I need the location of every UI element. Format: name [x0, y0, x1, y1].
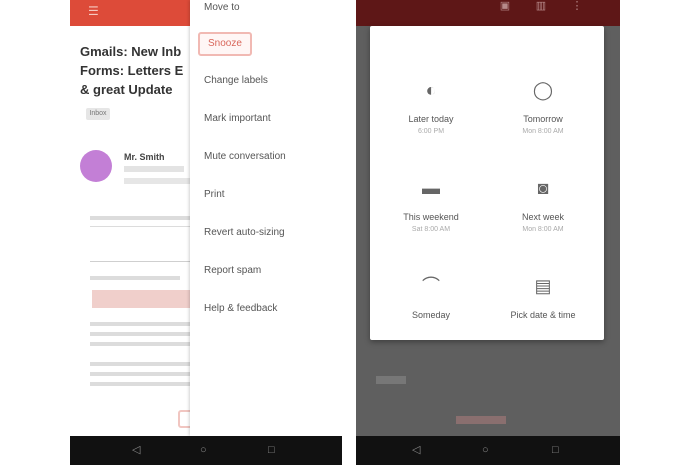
overflow-menu: Move to Snooze Change labels Mark import…	[190, 0, 342, 436]
back-icon[interactable]: ◁	[132, 445, 140, 456]
screenshot-stage: ☰ Gmails: New Inb Forms: Letters E & gre…	[0, 0, 700, 465]
option-title: This weekend	[403, 212, 459, 222]
sender-meta-line	[124, 178, 190, 184]
snooze-option-pick-date-time[interactable]: ▤ Pick date & time	[488, 274, 598, 320]
calendar-icon: ▤	[534, 276, 552, 296]
clock-icon: ◐	[425, 80, 437, 100]
snooze-option-someday[interactable]: ⌒ Someday	[376, 274, 486, 320]
rainbow-icon: ⌒	[422, 276, 440, 296]
highlight-block	[92, 290, 192, 308]
option-title: Pick date & time	[510, 310, 576, 320]
more-icon[interactable]: ⋮	[570, 0, 584, 12]
option-subtitle: Mon 8:00 AM	[522, 226, 564, 233]
menu-item-mute[interactable]: Mute conversation	[204, 151, 286, 163]
android-nav-bar: ◁ ○ □	[356, 436, 620, 465]
sun-icon: ◯	[532, 80, 554, 100]
snooze-dialog: ◐ Later today 6:00 PM ◯ Tomorrow Mon 8:0…	[370, 26, 604, 340]
hamburger-menu-icon[interactable]: ☰	[88, 5, 99, 17]
snooze-option-later-today[interactable]: ◐ Later today 6:00 PM	[376, 78, 486, 135]
sofa-icon: ▬	[422, 178, 440, 198]
snooze-option-this-weekend[interactable]: ▬ This weekend Sat 8:00 AM	[376, 176, 486, 233]
background-line	[376, 376, 406, 384]
menu-item-revert-auto-sizing[interactable]: Revert auto-sizing	[204, 227, 285, 239]
option-title: Tomorrow	[523, 114, 563, 124]
option-subtitle: Sat 8:00 AM	[411, 226, 451, 233]
menu-item-snooze[interactable]: Snooze	[198, 32, 252, 56]
subject-line: Forms: Letters E	[80, 63, 184, 78]
option-title: Later today	[408, 114, 454, 124]
menu-item-move-to[interactable]: Move to	[204, 2, 240, 14]
gmail-app-bar: ☰	[70, 0, 190, 26]
inbox-label-chip[interactable]: Inbox	[86, 108, 110, 120]
body-text-line	[90, 216, 190, 220]
sender-meta-line	[124, 166, 184, 172]
sender-avatar[interactable]	[80, 150, 112, 182]
gmail-phone-screen: ☰ Gmails: New Inb Forms: Letters E & gre…	[70, 0, 342, 465]
recents-icon[interactable]: □	[552, 445, 559, 456]
option-title: Someday	[411, 310, 451, 320]
briefcase-icon: ◙	[537, 178, 549, 198]
menu-item-report-spam[interactable]: Report spam	[204, 265, 261, 277]
menu-item-mark-important[interactable]: Mark important	[204, 113, 271, 125]
back-icon[interactable]: ◁	[412, 445, 420, 456]
embedded-field	[90, 226, 190, 262]
option-subtitle: Mon 8:00 AM	[522, 128, 564, 135]
sender-name: Mr. Smith	[124, 152, 165, 162]
body-text-line	[90, 276, 180, 280]
menu-item-change-labels[interactable]: Change labels	[204, 75, 268, 87]
option-subtitle: 6:00 PM	[417, 128, 445, 135]
android-nav-bar: ◁ ○ □	[70, 436, 342, 465]
option-title: Next week	[521, 212, 565, 222]
background-line	[456, 416, 506, 424]
snooze-phone-screen: ▣ ▥ ⋮ ◐ Later today 6:00 PM ◯ Tomorrow M…	[356, 0, 620, 465]
snooze-option-tomorrow[interactable]: ◯ Tomorrow Mon 8:00 AM	[488, 78, 598, 135]
recents-icon[interactable]: □	[268, 445, 275, 456]
menu-item-print[interactable]: Print	[204, 189, 225, 201]
email-subject: Gmails: New Inb Forms: Letters E & great…	[80, 42, 198, 99]
delete-icon[interactable]: ▥	[534, 0, 548, 12]
home-icon[interactable]: ○	[200, 445, 207, 456]
menu-item-help-feedback[interactable]: Help & feedback	[204, 303, 277, 315]
subject-line: & great Update	[80, 82, 173, 97]
home-icon[interactable]: ○	[482, 445, 489, 456]
snooze-option-next-week[interactable]: ◙ Next week Mon 8:00 AM	[488, 176, 598, 233]
inbox-app-bar: ▣ ▥ ⋮	[356, 0, 620, 26]
archive-icon[interactable]: ▣	[498, 0, 512, 12]
subject-line: Gmails: New Inb	[80, 44, 182, 59]
